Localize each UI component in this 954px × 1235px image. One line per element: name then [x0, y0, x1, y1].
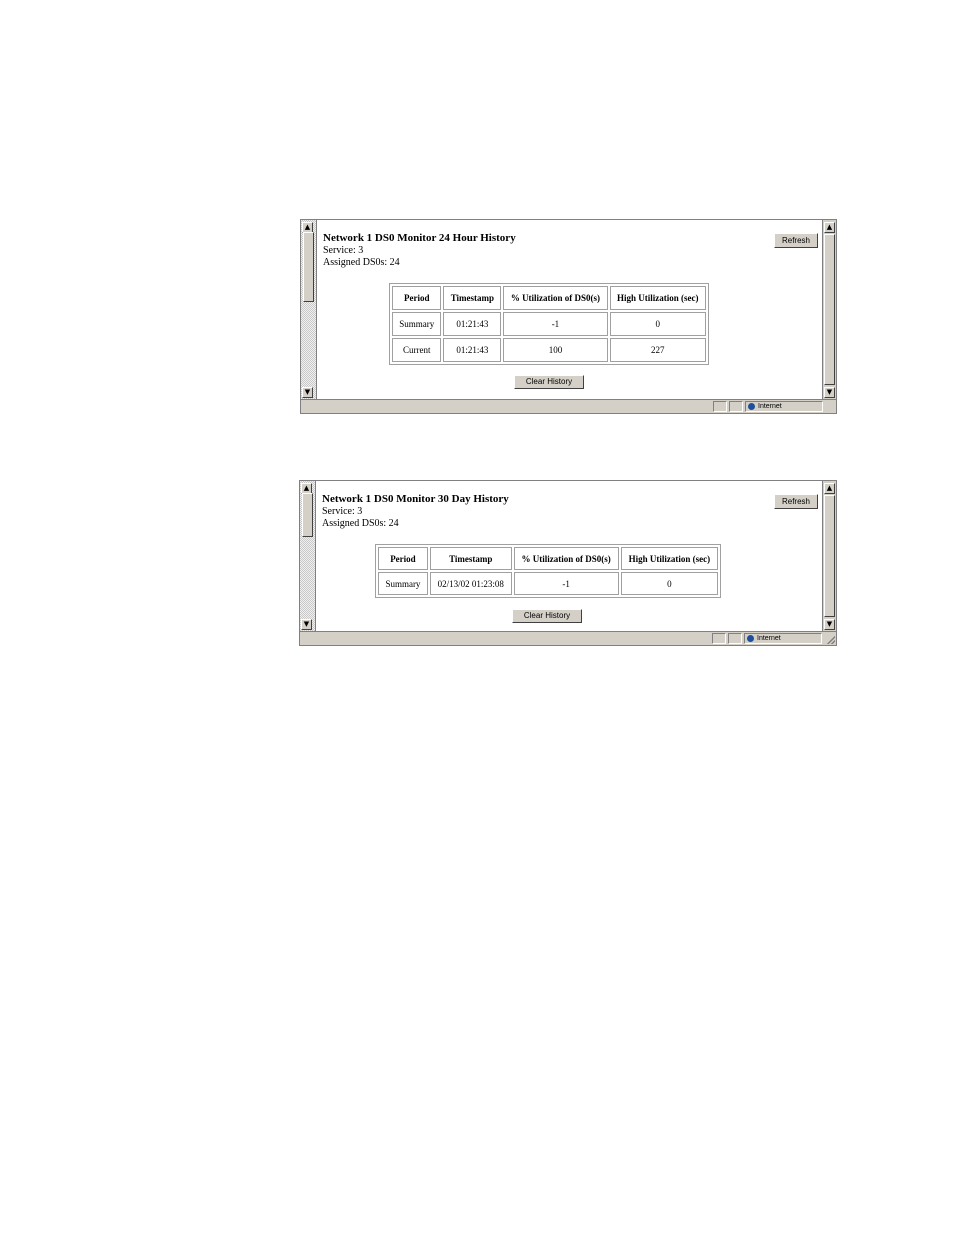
clear-history-button[interactable]: Clear History — [514, 375, 584, 389]
scroll-down-arrow-icon[interactable]: ▼ — [302, 387, 313, 398]
history-table: Period Timestamp % Utilization of DS0(s)… — [375, 544, 721, 598]
assigned-ds0s-label: Assigned DS0s: 24 — [323, 257, 400, 268]
right-scrollbar[interactable]: ▲ ▼ — [822, 220, 836, 399]
scroll-down-arrow-icon[interactable]: ▼ — [824, 387, 835, 398]
scroll-down-arrow-icon[interactable]: ▼ — [824, 619, 835, 630]
status-pane — [728, 633, 742, 644]
globe-icon — [747, 634, 754, 642]
cell-utilization: -1 — [513, 572, 619, 595]
column-header-timestamp: Timestamp — [443, 286, 502, 310]
left-scrollbar[interactable]: ▲ ▼ — [301, 220, 317, 399]
page-content: Network 1 DS0 Monitor 30 Day History Ser… — [322, 493, 820, 530]
security-zone: Internet — [744, 633, 822, 644]
scrollbar-thumb[interactable] — [302, 493, 313, 537]
status-bar: Internet — [301, 399, 836, 413]
left-scrollbar[interactable]: ▲ ▼ — [300, 481, 316, 631]
cell-utilization: -1 — [503, 312, 608, 336]
scroll-down-arrow-icon[interactable]: ▼ — [301, 619, 312, 630]
scrollbar-thumb[interactable] — [824, 234, 835, 385]
table-header-row: Period Timestamp % Utilization of DS0(s)… — [392, 286, 706, 310]
history-table: Period Timestamp % Utilization of DS0(s)… — [389, 283, 709, 365]
assigned-ds0s-label: Assigned DS0s: 24 — [322, 518, 399, 529]
scroll-up-arrow-icon[interactable]: ▲ — [824, 483, 835, 494]
globe-icon — [748, 402, 755, 410]
cell-timestamp: 01:21:43 — [443, 338, 502, 362]
status-pane — [729, 401, 743, 412]
column-header-high-utilization: High Utilization (sec) — [609, 286, 706, 310]
scrollbar-thumb[interactable] — [824, 495, 835, 617]
column-header-period: Period — [378, 547, 428, 570]
cell-timestamp: 01:21:43 — [443, 312, 502, 336]
clear-history-button[interactable]: Clear History — [512, 609, 582, 623]
zone-label: Internet — [757, 635, 781, 642]
status-bar: Internet — [300, 631, 836, 645]
table-header-row: Period Timestamp % Utilization of DS0(s)… — [378, 547, 718, 570]
page-content: Network 1 DS0 Monitor 24 Hour History Se… — [323, 232, 820, 269]
status-pane — [713, 401, 727, 412]
browser-window-30-day: ▲ ▼ ▲ ▼ Network 1 DS0 Monitor 30 Day His… — [299, 480, 837, 646]
cell-utilization: 100 — [503, 338, 608, 362]
service-label: Service: 3 — [323, 245, 364, 256]
page-title: Network 1 DS0 Monitor 30 Day History — [322, 493, 509, 505]
service-label: Service: 3 — [322, 506, 363, 517]
cell-high-utilization: 0 — [620, 572, 718, 595]
cell-high-utilization: 227 — [609, 338, 706, 362]
resize-grip-icon[interactable] — [827, 636, 835, 644]
cell-high-utilization: 0 — [609, 312, 706, 336]
table-row: Current 01:21:43 100 227 — [392, 338, 706, 362]
column-header-utilization: % Utilization of DS0(s) — [513, 547, 619, 570]
cell-period: Summary — [378, 572, 428, 595]
refresh-button[interactable]: Refresh — [774, 494, 818, 509]
table-row: Summary 01:21:43 -1 0 — [392, 312, 706, 336]
cell-period: Current — [392, 338, 442, 362]
column-header-period: Period — [392, 286, 442, 310]
column-header-high-utilization: High Utilization (sec) — [620, 547, 718, 570]
right-scrollbar[interactable]: ▲ ▼ — [822, 481, 836, 631]
column-header-timestamp: Timestamp — [429, 547, 512, 570]
status-pane — [712, 633, 726, 644]
cell-timestamp: 02/13/02 01:23:08 — [429, 572, 512, 595]
browser-window-24-hour: ▲ ▼ ▲ ▼ Network 1 DS0 Monitor 24 Hour Hi… — [300, 219, 837, 414]
security-zone: Internet — [745, 401, 823, 412]
refresh-button[interactable]: Refresh — [774, 233, 818, 248]
cell-period: Summary — [392, 312, 442, 336]
column-header-utilization: % Utilization of DS0(s) — [503, 286, 608, 310]
table-row: Summary 02/13/02 01:23:08 -1 0 — [378, 572, 718, 595]
page-title: Network 1 DS0 Monitor 24 Hour History — [323, 232, 516, 244]
scroll-up-arrow-icon[interactable]: ▲ — [824, 222, 835, 233]
zone-label: Internet — [758, 403, 782, 410]
scrollbar-thumb[interactable] — [303, 232, 314, 302]
